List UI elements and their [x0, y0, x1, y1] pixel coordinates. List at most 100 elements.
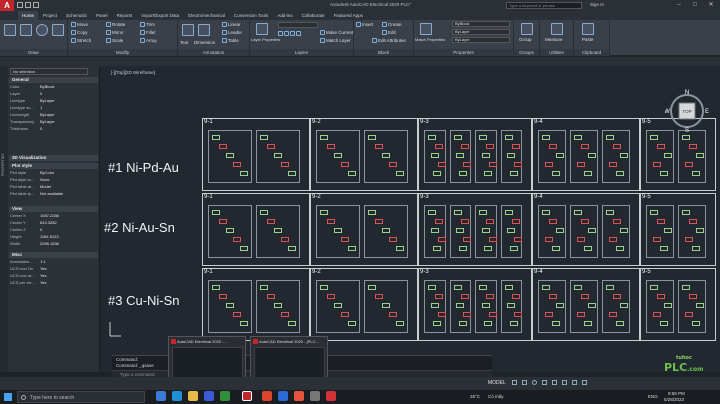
save-icon[interactable]: [33, 2, 39, 8]
property-value[interactable]: ByLayer: [40, 112, 98, 118]
customize-icon[interactable]: [582, 380, 587, 385]
property-row[interactable]: UCS per vie... Yes: [10, 280, 98, 286]
property-value[interactable]: 643.3282: [40, 220, 98, 226]
mirror-button[interactable]: Mirror: [106, 30, 124, 35]
snap-icon[interactable]: [522, 380, 527, 385]
copy-button[interactable]: Copy: [71, 30, 88, 35]
property-row[interactable]: Center X 1087.2286: [10, 213, 98, 219]
dimension-icon[interactable]: [198, 24, 210, 36]
fillet-button[interactable]: Fillet: [140, 30, 156, 35]
section-misc[interactable]: Misc: [9, 252, 98, 258]
section-general[interactable]: General: [9, 77, 98, 83]
line-icon[interactable]: [4, 24, 16, 36]
property-value[interactable]: ByLayer: [40, 98, 98, 104]
osnap-icon[interactable]: [552, 380, 557, 385]
polyline-icon[interactable]: [20, 24, 32, 36]
layer-isolate-icon[interactable]: [296, 31, 301, 36]
property-value[interactable]: 0: [40, 126, 98, 132]
property-value[interactable]: Not available: [40, 191, 98, 197]
ortho-icon[interactable]: [532, 380, 537, 385]
tab-project[interactable]: Project: [39, 11, 61, 20]
tab-import-export[interactable]: Import/Export Data: [137, 11, 183, 20]
trim-button[interactable]: Trim: [140, 22, 155, 27]
edge-icon[interactable]: [172, 391, 182, 401]
task-view-icon[interactable]: [156, 391, 166, 401]
match-properties-label[interactable]: Match Properties: [415, 37, 445, 42]
windows-start-icon[interactable]: [4, 393, 12, 401]
application-menu-button[interactable]: A: [0, 0, 14, 11]
palette-side-strip[interactable]: PROPERTIES: [0, 66, 8, 372]
property-row[interactable]: Plot style ByColor: [10, 170, 98, 176]
property-value[interactable]: 2098.1836: [40, 241, 98, 247]
property-row[interactable]: Height 1184.8123: [10, 234, 98, 240]
table-button[interactable]: Table: [222, 38, 239, 43]
leader-button[interactable]: Leader: [222, 30, 242, 35]
property-row[interactable]: UCS icon at... Yes: [10, 273, 98, 279]
lineweight-dropdown[interactable]: ByLayer: [452, 29, 510, 35]
section-view[interactable]: View: [9, 206, 98, 212]
tab-schematic[interactable]: Schematic: [62, 11, 91, 20]
tab-featured-apps[interactable]: Featured Apps: [330, 11, 367, 20]
close-button[interactable]: ✕: [704, 1, 718, 10]
move-button[interactable]: Move: [71, 22, 88, 27]
section-3d-visualization[interactable]: 3D Visualization: [9, 155, 98, 161]
edit-attributes-button[interactable]: Edit Attributes: [372, 38, 406, 43]
text-icon[interactable]: [182, 24, 194, 36]
arc-icon[interactable]: [52, 24, 64, 36]
layer-freeze-icon[interactable]: [284, 31, 289, 36]
tab-panel[interactable]: Panel: [92, 11, 112, 20]
weather-desc[interactable]: Có mây: [488, 394, 504, 399]
linetype-dropdown[interactable]: ByLayer: [452, 37, 510, 43]
annotation-scale-icon[interactable]: [562, 380, 567, 385]
viewport-controls[interactable]: [-][Top][2D Wireframe]: [111, 70, 155, 75]
property-row[interactable]: Center Y 643.3282: [10, 220, 98, 226]
tab-home[interactable]: Home: [18, 11, 39, 20]
dimension-button-label[interactable]: Dimension: [194, 40, 215, 45]
app-icon[interactable]: [310, 391, 320, 401]
property-row[interactable]: Width 2098.1836: [10, 241, 98, 247]
tab-add-ins[interactable]: Add-ins: [273, 11, 296, 20]
property-row[interactable]: UCS icon On Yes: [10, 266, 98, 272]
search-input[interactable]: Type a keyword or phrase: [506, 2, 582, 9]
chrome-icon[interactable]: [294, 391, 304, 401]
workspace-icon[interactable]: [572, 380, 577, 385]
match-properties-icon[interactable]: [420, 23, 432, 35]
property-row[interactable]: Annotation... 1:1: [10, 259, 98, 265]
linear-button[interactable]: Linear: [222, 22, 241, 27]
property-row[interactable]: Plot table at... Model: [10, 184, 98, 190]
property-value[interactable]: 0: [40, 227, 98, 233]
measure-label[interactable]: Measure: [545, 37, 563, 42]
tab-electromechanical[interactable]: Electromechanical: [184, 11, 229, 20]
clock-time[interactable]: 9:58 PM: [668, 391, 685, 396]
grid-icon[interactable]: [512, 380, 517, 385]
viewcube[interactable]: TOP N S E W: [665, 89, 709, 133]
weather-temp[interactable]: 25°C: [470, 394, 480, 399]
edit-button[interactable]: Edit: [382, 30, 396, 35]
minimize-button[interactable]: –: [672, 1, 686, 10]
tab-conversion-tools[interactable]: Conversion Tools: [230, 11, 272, 20]
polar-icon[interactable]: [542, 380, 547, 385]
property-value[interactable]: Model: [40, 184, 98, 190]
property-value[interactable]: None: [40, 177, 98, 183]
property-row[interactable]: Plot table ty... Not available: [10, 191, 98, 197]
color-dropdown[interactable]: ByBlock: [452, 21, 510, 27]
group-icon[interactable]: [521, 23, 533, 35]
section-plot-style[interactable]: Plot style: [9, 163, 98, 169]
scale-button[interactable]: Scale: [106, 38, 123, 43]
make-current-button[interactable]: Make Current: [320, 30, 353, 35]
property-row[interactable]: Plot style ta... None: [10, 177, 98, 183]
sign-in-button[interactable]: Sign In: [590, 2, 604, 7]
property-value[interactable]: Yes: [40, 280, 98, 286]
paste-icon[interactable]: [582, 23, 594, 35]
word-icon[interactable]: [278, 391, 288, 401]
open-icon[interactable]: [25, 2, 31, 8]
property-value[interactable]: 1087.2286: [40, 213, 98, 219]
stretch-button[interactable]: Stretch: [71, 38, 91, 43]
property-value[interactable]: ByLayer: [40, 119, 98, 125]
property-row[interactable]: Layer 0: [10, 91, 98, 97]
insert-button[interactable]: Insert: [356, 22, 373, 27]
powerpoint-icon[interactable]: [262, 391, 272, 401]
autocad-taskbar-icon[interactable]: [242, 391, 252, 401]
measure-icon[interactable]: [551, 23, 563, 35]
excel-icon[interactable]: [220, 391, 230, 401]
